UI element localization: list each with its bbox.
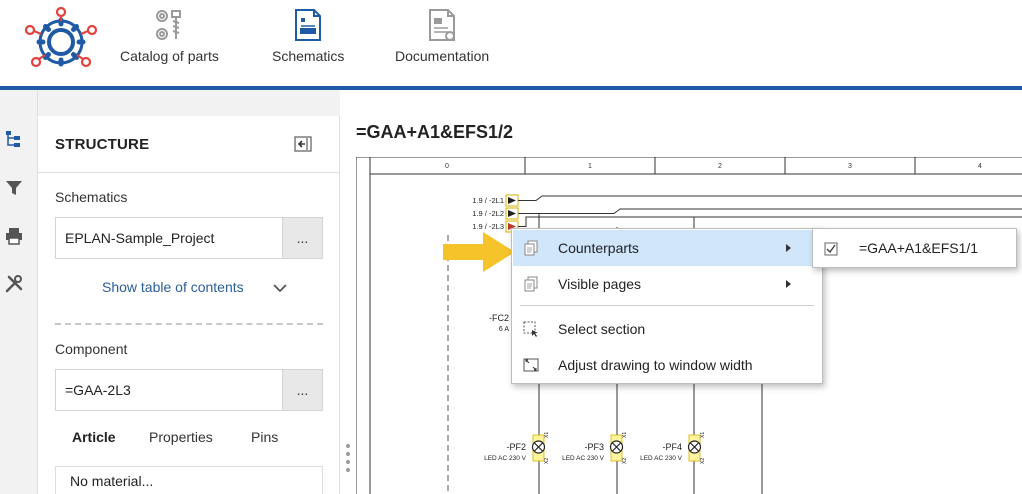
filter-icon[interactable]	[5, 179, 23, 197]
component-value: =GAA-2L3	[65, 382, 131, 398]
menu-item-label: Visible pages	[558, 276, 642, 292]
lamp-pf2[interactable]: -PF2 LED AC 230 V X1 X2	[484, 432, 550, 464]
column-label: 3	[848, 163, 852, 170]
menu-item-visible-pages[interactable]: Visible pages	[513, 266, 821, 302]
structure-title: STRUCTURE	[55, 136, 150, 153]
counterparts-submenu[interactable]: =GAA+A1&EFS1/1	[812, 228, 1017, 268]
nav-documentation[interactable]: Documentation	[395, 8, 489, 64]
pointer-arrow-icon	[443, 232, 515, 272]
select-section-icon	[523, 321, 538, 337]
tab-pins[interactable]: Pins	[251, 429, 278, 445]
lamp-spec: LED AC 230 V	[484, 455, 527, 462]
connection-label: 1.9 / -2L2	[472, 209, 504, 218]
print-icon[interactable]	[5, 227, 23, 245]
tab-properties[interactable]: Properties	[149, 429, 213, 445]
submenu-arrow-icon	[786, 280, 791, 288]
section-divider	[55, 323, 323, 325]
menu-item-select-section[interactable]: Select section	[513, 311, 821, 347]
menu-item-counterparts[interactable]: Counterparts	[513, 230, 821, 266]
menu-item-label: Adjust drawing to window width	[558, 357, 753, 373]
fuse-rating: 6 A	[499, 326, 509, 333]
menu-item-label: Select section	[558, 321, 646, 337]
schematics-browse-button[interactable]: ...	[282, 218, 322, 258]
documentation-icon	[429, 9, 456, 41]
schematics-field[interactable]: EPLAN-Sample_Project ...	[55, 217, 323, 259]
fuse-label: -FC2	[489, 313, 509, 323]
nav-schematics[interactable]: Schematics	[272, 8, 344, 64]
chevron-down-icon[interactable]	[272, 282, 288, 294]
top-header: Catalog of parts Schematics Documentatio…	[0, 0, 1022, 86]
component-field[interactable]: =GAA-2L3 ...	[55, 369, 323, 411]
menu-item-adjust-width[interactable]: Adjust drawing to window width	[513, 347, 821, 383]
page-title: =GAA+A1&EFS1/2	[356, 122, 514, 142]
context-menu: Counterparts Visible pages Select sectio…	[511, 228, 823, 384]
parts-catalog-icon	[156, 10, 182, 40]
schematics-label: Schematics	[55, 189, 128, 205]
app-root: Catalog of parts Schematics Documentatio…	[0, 0, 1022, 494]
submenu-item-label: =GAA+A1&EFS1/1	[859, 240, 979, 256]
nav-catalog-label: Catalog of parts	[120, 48, 219, 64]
panel-gutter	[38, 90, 340, 116]
panel-title-divider	[38, 172, 340, 173]
lamp-label: -PF4	[662, 442, 682, 452]
page-link-icon	[824, 242, 838, 256]
side-toolbar	[0, 90, 38, 494]
panel-resize-handle[interactable]	[345, 442, 351, 474]
show-toc-link[interactable]: Show table of contents	[102, 279, 244, 295]
material-row-text: No material...	[70, 473, 154, 489]
column-label: 4	[978, 163, 982, 170]
lamp-pf4[interactable]: -PF4 LED AC 230 V X1 X2	[640, 432, 706, 464]
structure-panel: STRUCTURE Schematics EPLAN-Sample_Projec…	[38, 116, 340, 494]
lamp-pf3[interactable]: -PF3 LED AC 230 V X1 X2	[562, 432, 628, 464]
component-label: Component	[55, 341, 128, 357]
nav-documentation-label: Documentation	[395, 48, 490, 64]
pin-label: X2	[544, 458, 550, 464]
lamp-spec: LED AC 230 V	[562, 455, 605, 462]
lamp-spec: LED AC 230 V	[640, 455, 683, 462]
pin-label: X2	[622, 458, 628, 464]
column-label: 1	[588, 163, 592, 170]
pin-label: X1	[700, 432, 706, 438]
list-item[interactable]: No material...	[55, 466, 323, 494]
fit-width-icon	[523, 358, 539, 372]
component-browse-button[interactable]: ...	[282, 370, 322, 410]
connection-label: 1.9 / -2L1	[472, 196, 504, 205]
submenu-arrow-icon	[786, 244, 791, 252]
tab-article[interactable]: Article	[72, 429, 116, 445]
lamp-label: -PF2	[506, 442, 526, 452]
nav-catalog[interactable]: Catalog of parts	[120, 8, 219, 64]
schematics-icon	[295, 9, 322, 41]
pin-label: X1	[622, 432, 628, 438]
column-label: 2	[718, 163, 722, 170]
nav-schematics-label: Schematics	[272, 48, 345, 64]
lamp-label: -PF3	[584, 442, 604, 452]
column-label: 0	[445, 163, 449, 170]
connection-label: 1.9 / -2L3	[472, 222, 504, 231]
logo-gear-icon[interactable]	[24, 6, 98, 72]
pages-icon	[524, 240, 538, 256]
menu-item-label: Counterparts	[558, 240, 639, 256]
menu-divider	[520, 305, 814, 306]
schematics-value: EPLAN-Sample_Project	[65, 230, 215, 246]
structure-tree-icon[interactable]	[5, 130, 23, 148]
pages-icon	[524, 276, 538, 292]
collapse-panel-icon[interactable]	[294, 136, 312, 152]
pin-label: X1	[544, 432, 550, 438]
tools-icon[interactable]	[5, 275, 23, 293]
pin-label: X2	[700, 458, 706, 464]
